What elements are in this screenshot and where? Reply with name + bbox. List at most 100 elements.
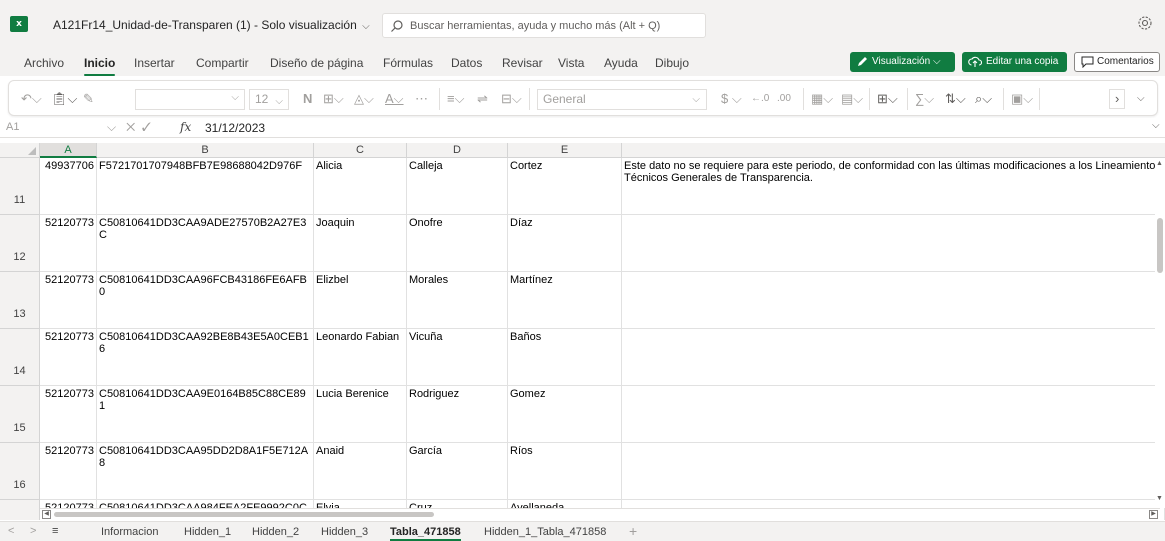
cell-f[interactable] <box>622 443 1165 500</box>
horizontal-scrollbar[interactable]: ◀ ▶ <box>40 508 1160 520</box>
cell-d[interactable]: Onofre <box>407 215 508 272</box>
ribbon-next-icon[interactable]: › <box>1109 89 1126 109</box>
cell-a[interactable]: 49937706 <box>40 158 97 215</box>
tab-compartir[interactable]: Compartir <box>196 56 249 70</box>
paste-icon[interactable]: 📋︎⌵ <box>51 89 77 109</box>
sheet-prev-icon[interactable]: < <box>8 525 14 537</box>
visualizacion-button[interactable]: Visualización ⌵ <box>850 52 955 72</box>
row-header[interactable]: 11 <box>0 158 40 215</box>
sort-filter-icon[interactable]: ⇅⌵ <box>945 89 966 109</box>
column-header-a[interactable]: A <box>40 143 97 158</box>
row-header[interactable]: 15 <box>0 386 40 443</box>
row-header[interactable]: 16 <box>0 443 40 500</box>
more-options-icon[interactable]: ⋯ <box>415 89 428 109</box>
cell-b[interactable]: C50810641DD3CAA92BE8B43E5A0CEB16 <box>97 329 314 386</box>
sheet-tab-hidden-3[interactable]: Hidden_3 <box>321 526 368 538</box>
cell-a[interactable]: 52120773 <box>40 386 97 443</box>
font-size-select[interactable]: 12 ⌵ <box>249 89 289 110</box>
cell-d[interactable]: Vicuña <box>407 329 508 386</box>
merge-icon[interactable]: ⊟⌵ <box>501 89 522 109</box>
font-color-icon[interactable]: A⌵ <box>385 89 404 109</box>
search-box[interactable]: Buscar herramientas, ayuda y mucho más (… <box>382 13 706 38</box>
name-box[interactable]: A1 <box>6 121 19 133</box>
tab-dibujo[interactable]: Dibujo <box>655 56 689 70</box>
increase-decimal-icon[interactable]: ←.0 <box>751 89 769 109</box>
edit-copy-button[interactable]: Editar una copia <box>962 52 1067 72</box>
column-header-b[interactable]: B <box>97 143 314 158</box>
settings-gear-icon[interactable] <box>1137 15 1153 31</box>
tab-revisar[interactable]: Revisar <box>502 56 543 70</box>
conditional-format-icon[interactable]: ▦⌵ <box>811 89 833 109</box>
tab-datos[interactable]: Datos <box>451 56 482 70</box>
column-header-f[interactable] <box>622 143 1165 158</box>
tab-formulas[interactable]: Fórmulas <box>383 56 433 70</box>
formula-value[interactable]: 31/12/2023 <box>205 121 265 135</box>
fill-color-icon[interactable]: ◬⌵ <box>354 89 374 109</box>
select-all-corner[interactable] <box>0 143 40 158</box>
tab-vista[interactable]: Vista <box>558 56 584 70</box>
cell-d[interactable]: Rodriguez <box>407 386 508 443</box>
cell-d[interactable]: Calleja <box>407 158 508 215</box>
cell-f[interactable] <box>622 272 1165 329</box>
font-family-select[interactable]: ⌵ <box>135 89 245 110</box>
cells-icon[interactable]: ⊞⌵ <box>877 89 898 109</box>
function-icon[interactable]: fx <box>180 120 191 134</box>
borders-icon[interactable]: ⊞⌵ <box>323 89 344 109</box>
cell-b[interactable]: C50810641DD3CAA9E0164B85C88CE891 <box>97 386 314 443</box>
cell-f[interactable]: Este dato no se requiere para este perio… <box>622 158 1165 215</box>
format-painter-icon[interactable]: ✎ <box>83 89 94 109</box>
cell-a[interactable]: 52120773 <box>40 215 97 272</box>
cell-a[interactable]: 52120773 <box>40 272 97 329</box>
sheet-tab-hidden-1-tabla-471858[interactable]: Hidden_1_Tabla_471858 <box>484 526 606 538</box>
cell-e[interactable]: Ríos <box>508 443 622 500</box>
decrease-decimal-icon[interactable]: .00 <box>777 89 791 109</box>
row-header[interactable]: 14 <box>0 329 40 386</box>
sum-icon[interactable]: ∑⌵ <box>915 89 934 109</box>
cell-c[interactable]: Joaquin <box>314 215 407 272</box>
cell-f[interactable] <box>622 215 1165 272</box>
all-sheets-menu-icon[interactable]: ≡ <box>52 525 58 537</box>
row-header[interactable]: 17 <box>0 500 40 520</box>
cell-c[interactable]: Elizbel <box>314 272 407 329</box>
addins-icon[interactable]: ▣⌵ <box>1011 89 1033 109</box>
cell-c[interactable]: Leonardo Fabian <box>314 329 407 386</box>
sheet-tab-hidden-1[interactable]: Hidden_1 <box>184 526 231 538</box>
tab-archivo[interactable]: Archivo <box>24 56 64 70</box>
row-header[interactable]: 13 <box>0 272 40 329</box>
scroll-left-icon[interactable]: ◀ <box>42 510 51 519</box>
row-header[interactable]: 12 <box>0 215 40 272</box>
cell-b[interactable]: F5721701707948BFB7E98688042D976F <box>97 158 314 215</box>
align-icon[interactable]: ≡⌵ <box>447 89 464 109</box>
cell-c[interactable]: Alicia <box>314 158 407 215</box>
cell-d[interactable]: Morales <box>407 272 508 329</box>
cell-a[interactable]: 52120773 <box>40 443 97 500</box>
add-sheet-icon[interactable]: + <box>629 523 637 539</box>
cell-c[interactable]: Anaid <box>314 443 407 500</box>
sheet-tab-hidden-2[interactable]: Hidden_2 <box>252 526 299 538</box>
cell-f[interactable] <box>622 329 1165 386</box>
cell-f[interactable] <box>622 386 1165 443</box>
cell-b[interactable]: C50810641DD3CAA9ADE27570B2A27E3C <box>97 215 314 272</box>
ribbon-expand-icon[interactable]: ⌵ <box>1137 89 1145 109</box>
currency-icon[interactable]: $ ⌵ <box>721 89 742 109</box>
column-header-d[interactable]: D <box>407 143 508 158</box>
undo-icon[interactable]: ↶⌵ <box>21 89 42 109</box>
tab-insertar[interactable]: Insertar <box>134 56 175 70</box>
bold-icon[interactable]: N <box>303 89 312 109</box>
cell-e[interactable]: Martínez <box>508 272 622 329</box>
find-icon[interactable]: ⌕⌵ <box>975 89 992 109</box>
document-title[interactable]: A121Fr14_Unidad-de-Transparen (1) - Solo… <box>53 18 370 32</box>
chevron-down-icon[interactable]: ⌵ <box>1152 120 1160 131</box>
cell-c[interactable]: Lucia Berenice <box>314 386 407 443</box>
sheet-next-icon[interactable]: > <box>30 525 36 537</box>
tab-inicio[interactable]: Inicio <box>84 56 116 76</box>
format-table-icon[interactable]: ▤⌵ <box>841 89 863 109</box>
horizontal-scroll-thumb[interactable] <box>54 512 434 517</box>
number-format-select[interactable]: General ⌵ <box>537 89 707 110</box>
scroll-up-icon[interactable]: ▲ <box>1156 160 1163 167</box>
tab-ayuda[interactable]: Ayuda <box>604 56 638 70</box>
column-header-e[interactable]: E <box>508 143 622 158</box>
cell-b[interactable]: C50810641DD3CAA96FCB43186FE6AFB0 <box>97 272 314 329</box>
scroll-right-icon[interactable]: ▶ <box>1149 510 1158 519</box>
scroll-down-icon[interactable]: ▼ <box>1156 495 1163 502</box>
